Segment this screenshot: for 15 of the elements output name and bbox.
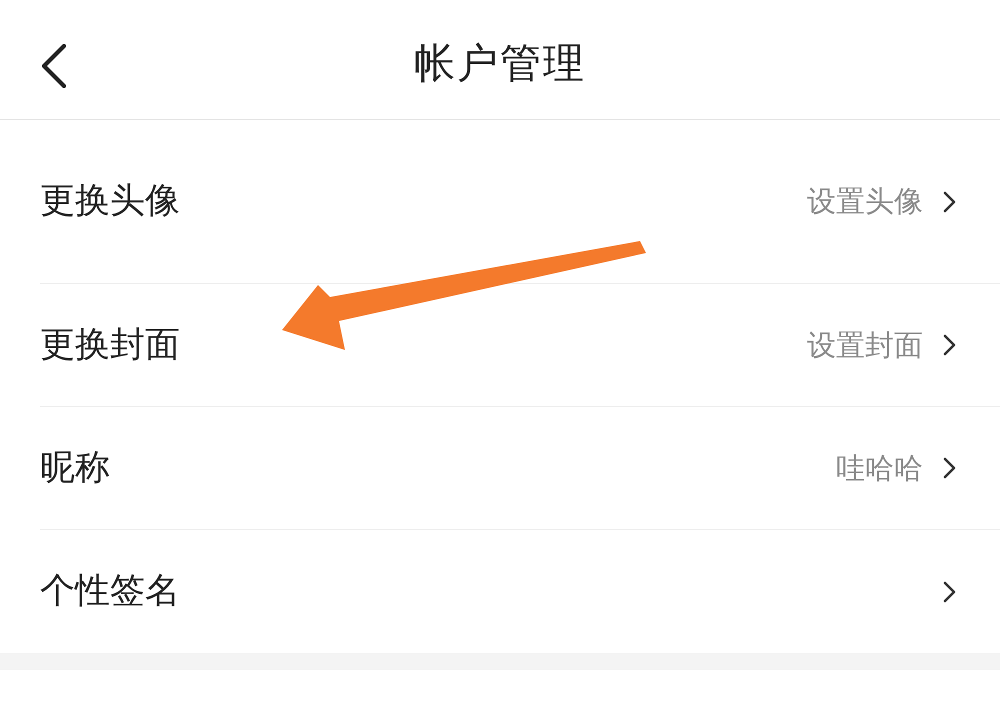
back-chevron-icon bbox=[41, 44, 67, 88]
chevron-right-icon bbox=[943, 190, 956, 212]
settings-row[interactable]: 个性签名 bbox=[40, 530, 1000, 653]
row-label: 更换封面 bbox=[40, 328, 180, 362]
row-label: 昵称 bbox=[40, 450, 110, 486]
page-title: 帐户管理 bbox=[414, 38, 586, 84]
chevron-right-icon bbox=[943, 334, 956, 356]
row-value: 设置头像 bbox=[807, 187, 923, 216]
chevron-right-icon bbox=[943, 457, 956, 479]
row-label: 个性签名 bbox=[40, 574, 180, 609]
row-value: 设置封面 bbox=[807, 330, 923, 360]
settings-row[interactable]: 昵称 哇哈哈 bbox=[40, 407, 1000, 530]
row-value: 哇哈哈 bbox=[836, 454, 923, 482]
chevron-right-icon bbox=[943, 580, 956, 602]
row-label: 更换头像 bbox=[40, 184, 180, 219]
